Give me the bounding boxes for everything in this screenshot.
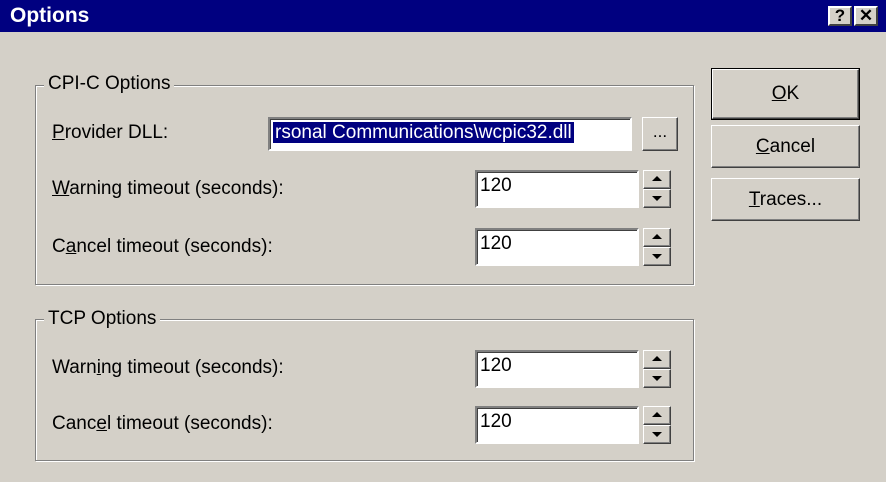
provider-dll-value: rsonal Communications\wcpic32.dll — [273, 122, 574, 143]
provider-dll-field[interactable]: rsonal Communications\wcpic32.dll — [268, 117, 632, 151]
tcp-warning-timeout-spinner — [643, 350, 671, 388]
traces-button[interactable]: Traces... — [711, 178, 860, 221]
cpic-options-legend: CPI-C Options — [44, 73, 175, 95]
spin-down-arrow-icon — [652, 376, 662, 381]
tcp-cancel-timeout-spinner — [643, 406, 671, 444]
close-icon[interactable]: ✕ — [854, 6, 878, 26]
spin-up-button[interactable] — [643, 228, 671, 247]
browse-button[interactable]: ... — [642, 117, 678, 151]
spin-down-button[interactable] — [643, 189, 671, 208]
cancel-button[interactable]: Cancel — [711, 125, 860, 168]
ok-button[interactable]: OK — [711, 68, 860, 120]
spin-up-button[interactable] — [643, 406, 671, 425]
tcp-cancel-timeout-label: Cancel timeout (seconds): — [52, 413, 273, 434]
provider-dll-label: Provider DLL: — [52, 122, 169, 143]
spin-up-button[interactable] — [643, 350, 671, 369]
spin-down-button[interactable] — [643, 369, 671, 388]
tcp-warning-timeout-input[interactable]: 120 — [475, 350, 639, 388]
cpic-cancel-timeout-input[interactable]: 120 — [475, 228, 639, 266]
spin-down-arrow-icon — [652, 254, 662, 259]
cpic-warning-timeout-input[interactable]: 120 — [475, 170, 639, 208]
spin-down-button[interactable] — [643, 425, 671, 444]
cpic-warning-timeout-spinner — [643, 170, 671, 208]
cpic-cancel-timeout-label: Cancel timeout (seconds): — [52, 236, 273, 257]
cpic-warning-timeout-label: Warning timeout (seconds): — [52, 178, 284, 199]
tcp-options-legend: TCP Options — [44, 308, 161, 330]
tcp-cancel-timeout-input[interactable]: 120 — [475, 406, 639, 444]
spin-down-button[interactable] — [643, 247, 671, 266]
tcp-warning-timeout-label: Warning timeout (seconds): — [52, 357, 284, 378]
spin-up-button[interactable] — [643, 170, 671, 189]
spin-up-arrow-icon — [652, 356, 662, 361]
spin-up-arrow-icon — [652, 176, 662, 181]
title-bar: Options ? ✕ — [0, 0, 886, 32]
spin-down-arrow-icon — [652, 432, 662, 437]
spin-up-arrow-icon — [652, 234, 662, 239]
spin-down-arrow-icon — [652, 196, 662, 201]
spin-up-arrow-icon — [652, 412, 662, 417]
cpic-cancel-timeout-spinner — [643, 228, 671, 266]
help-icon[interactable]: ? — [828, 6, 852, 26]
dialog-title: Options — [10, 4, 90, 27]
